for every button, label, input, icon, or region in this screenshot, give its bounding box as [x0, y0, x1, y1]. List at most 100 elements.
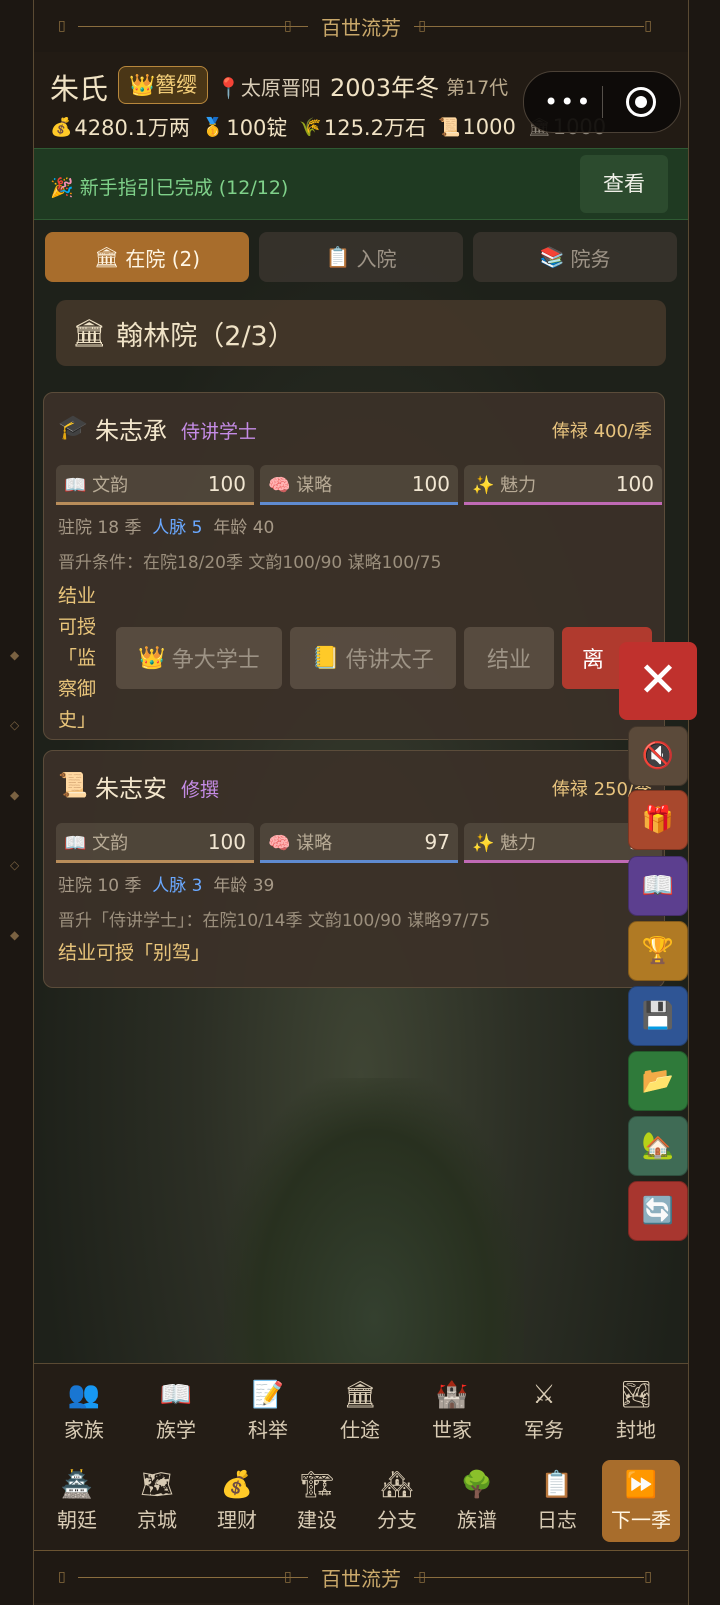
network-value: 人脉 5: [152, 518, 203, 538]
academy-header: 🏛 翰林院（2/3）: [56, 300, 666, 366]
scholar-title: 修撰: [181, 779, 220, 801]
bottom-nav: 👥 家族 📖 族学 📝 科举 🏛 仕途 🏰 世家 ⚔ 军务 🏞 封地 🏯 朝廷 🗺 京城 💰 理财 …: [34, 1363, 688, 1551]
scholar-title: 侍讲学士: [181, 421, 258, 443]
notebook-icon: 📒: [312, 645, 340, 671]
people-icon: 👥: [67, 1380, 101, 1410]
ornament-icon: ◆: [10, 648, 20, 662]
nav-clan-school[interactable]: 📖 族学: [136, 1370, 216, 1452]
nav-log[interactable]: 📋 日志: [517, 1460, 597, 1542]
brain-icon: 🧠: [268, 474, 291, 496]
money-bag-icon: 💰: [220, 1470, 254, 1500]
game-frame: ▯ ▯ 百世流芳 ▯ ▯ 朱氏 👑簪缨 📍太原晋阳 2003年冬 第17代 💰4…: [33, 0, 689, 1605]
mute-icon[interactable]: 🔇: [628, 726, 688, 786]
top-banner: ▯ ▯ 百世流芳 ▯ ▯: [34, 0, 688, 53]
nav-court[interactable]: 🏯 朝廷: [37, 1460, 117, 1542]
fast-forward-icon: ⏩: [624, 1470, 658, 1500]
graduate-button[interactable]: 结业: [464, 627, 554, 689]
home-icon[interactable]: 🏡: [628, 1116, 688, 1176]
book-icon: 📖: [64, 832, 87, 854]
nav-exam[interactable]: 📝 科举: [228, 1370, 308, 1452]
refresh-icon[interactable]: 🔄: [628, 1181, 688, 1241]
trophy-icon[interactable]: 🏆: [628, 921, 688, 981]
crane-icon: 🏗: [300, 1470, 334, 1500]
clipboard-icon: 📋: [540, 1470, 574, 1500]
banner-title: 百世流芳: [321, 1566, 401, 1591]
resource-money: 💰 4280.1万两: [50, 116, 190, 140]
rank-badge: 👑簪缨: [118, 66, 209, 104]
money-bag-icon: 💰: [50, 116, 73, 138]
scholar-card: 📜 朱志安 修撰 俸禄 250/季 📖 文韵100 🧠 谋略97 ✨ 魅力98 …: [43, 750, 665, 988]
ornament-icon: ◆: [10, 928, 20, 942]
houses-icon: 🏘: [380, 1470, 414, 1500]
ornament-icon: ◇: [10, 718, 20, 732]
nav-genealogy[interactable]: 🌳 族谱: [437, 1460, 517, 1542]
bottom-banner: ▯ ▯ 百世流芳 ▯ ▯: [34, 1550, 688, 1603]
stat-row: 📖 文韵 100 🧠 谋略 100 ✨ 魅力 100: [56, 465, 662, 505]
scroll-icon: 📜: [437, 116, 461, 138]
nav-finance[interactable]: 💰 理财: [197, 1460, 277, 1542]
gold-medal-icon: 🥇: [201, 116, 225, 138]
tab-in-academy[interactable]: 🏛 在院 (2): [45, 232, 249, 282]
scholar-name: 朱志安: [95, 775, 167, 803]
map-icon: 🗺: [140, 1470, 174, 1500]
next-season-button[interactable]: ⏩ 下一季: [602, 1460, 680, 1542]
crown-icon: 👑: [138, 645, 166, 671]
nav-fief[interactable]: 🏞 封地: [596, 1370, 676, 1452]
nav-branches[interactable]: 🏘 分支: [357, 1460, 437, 1542]
tab-affairs[interactable]: 📚 院务: [473, 232, 677, 282]
folder-icon[interactable]: 📂: [628, 1051, 688, 1111]
family-header: 朱氏 👑簪缨 📍太原晋阳 2003年冬 第17代 💰 4280.1万两 🥇 100锭…: [34, 52, 688, 148]
nav-construction[interactable]: 🏗 建设: [277, 1460, 357, 1542]
books-icon: 📚: [539, 245, 565, 269]
tutor-prince-button[interactable]: 📒 侍讲太子: [290, 627, 456, 689]
stat-strategy: 🧠 谋略 97: [260, 823, 458, 863]
generation: 第17代: [446, 77, 509, 99]
tab-enroll[interactable]: 📋 入院: [259, 232, 463, 282]
resource-ingots: 🥇 100锭: [201, 116, 288, 140]
graduation-note: 结业可授「别驾」: [58, 942, 211, 964]
tab-bar: 🏛 在院 (2) 📋 入院 📚 院务: [45, 232, 677, 282]
castle-icon: 🏰: [435, 1380, 469, 1410]
resource-scroll: 📜 1000: [437, 115, 516, 139]
scholar-card: 🎓 朱志承 侍讲学士 俸禄 400/季 📖 文韵 100 🧠 谋略 100 ✨ 魅力…: [43, 392, 665, 740]
scholar-info: 驻院 18 季 人脉 5 年龄 40: [58, 518, 275, 538]
more-icon[interactable]: •••: [544, 88, 592, 116]
graduation-note: 结业可授「监察御史」: [58, 585, 97, 731]
scroll-icon: 📜: [58, 771, 88, 799]
institution-icon: 🏛: [343, 1380, 377, 1410]
book-icon[interactable]: 📖: [628, 856, 688, 916]
landscape-icon: 🏞: [619, 1380, 653, 1410]
stat-literary: 📖 文韵 100: [56, 823, 254, 863]
promotion-condition: 晋升「侍讲学士」：在院10/14季 文韵100/90 谋略97/75: [58, 911, 491, 931]
promotion-condition: 晋升条件：在院18/20季 文韵100/90 谋略100/75: [58, 553, 442, 573]
sparkles-icon: ✨: [472, 832, 495, 854]
nav-career[interactable]: 🏛 仕途: [320, 1370, 400, 1452]
close-target-icon[interactable]: [626, 87, 656, 117]
scholar-name: 朱志承: [95, 417, 167, 445]
stat-literary: 📖 文韵 100: [56, 465, 254, 505]
gift-icon[interactable]: 🎁: [628, 790, 688, 850]
institution-icon: 🏛: [93, 245, 120, 269]
view-guide-button[interactable]: 查看: [580, 155, 668, 213]
location: 📍太原晋阳: [216, 76, 321, 100]
nav-capital[interactable]: 🗺 京城: [117, 1460, 197, 1542]
banner-title: 百世流芳: [321, 15, 401, 40]
save-icon[interactable]: 💾: [628, 986, 688, 1046]
stat-row: 📖 文韵100 🧠 谋略97 ✨ 魅力98: [56, 823, 662, 863]
stat-strategy: 🧠 谋略 100: [260, 465, 458, 505]
miniprogram-capsule[interactable]: •••: [523, 71, 681, 133]
compete-grand-scholar-button[interactable]: 👑 争大学士: [116, 627, 282, 689]
nav-noble-houses[interactable]: 🏰 世家: [412, 1370, 492, 1452]
ornament-icon: ◆: [10, 788, 20, 802]
stat-charm: ✨ 魅力 100: [464, 465, 662, 505]
resource-grain: 🌾 125.2万石: [299, 116, 426, 140]
sparkles-icon: ✨: [472, 474, 495, 496]
swords-icon: ⚔: [532, 1380, 556, 1410]
close-icon[interactable]: ✕: [619, 642, 697, 720]
current-date: 2003年冬: [330, 74, 440, 102]
nav-military[interactable]: ⚔ 军务: [504, 1370, 584, 1452]
book-icon: 📖: [64, 474, 87, 496]
nav-family[interactable]: 👥 家族: [44, 1370, 124, 1452]
grain-icon: 🌾: [299, 116, 322, 138]
brain-icon: 🧠: [268, 832, 291, 854]
